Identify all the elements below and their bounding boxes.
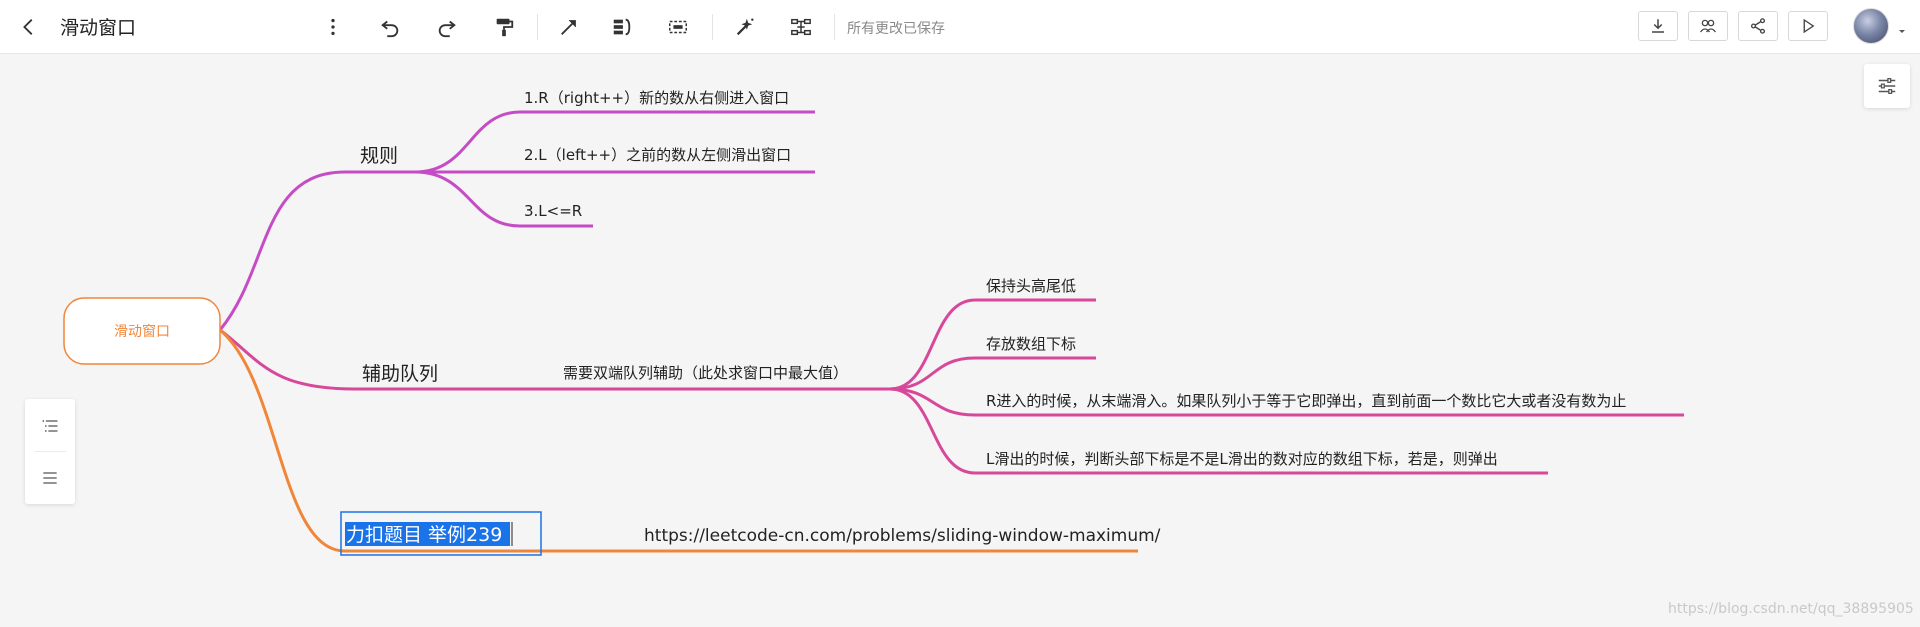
queue-item-3[interactable]: R进入的时候，从末端滑入。如果队列小于等于它即弹出，直到前面一个数比它大或者没有… [986, 392, 1626, 410]
present-button[interactable] [1788, 11, 1828, 41]
topic-helper-queue[interactable]: 辅助队列 [362, 363, 438, 385]
queue-note[interactable]: 需要双端队列辅助（此处求窗口中最大值） [563, 364, 848, 382]
more-options-icon[interactable] [318, 12, 348, 42]
download-icon [1652, 19, 1664, 33]
chevron-down-icon[interactable] [1897, 21, 1907, 33]
rule-item-3[interactable]: 3.L<=R [524, 202, 582, 220]
queue-item-4[interactable]: L滑出的时候，判断头部下标是不是L滑出的数对应的数组下标，若是，则弹出 [986, 450, 1498, 468]
magic-wand-icon[interactable] [730, 12, 760, 42]
mindmap-canvas[interactable]: 滑动窗口 规则 1.R（right++）新的数从右侧进入窗口 2.L（left+… [0, 54, 1920, 627]
queue-item-2[interactable]: 存放数组下标 [986, 335, 1076, 353]
save-status: 所有更改已保存 [847, 21, 945, 37]
format-painter-icon[interactable] [489, 12, 519, 42]
queue-item-1[interactable]: 保持头高尾低 [986, 277, 1076, 295]
boundary-frame-icon[interactable] [663, 12, 693, 42]
structure-layout-icon[interactable] [786, 12, 816, 42]
top-toolbar: 滑动窗口 所有更改已保存 [0, 0, 1920, 54]
rule-item-1[interactable]: 1.R（right++）新的数从右侧进入窗口 [524, 89, 789, 107]
toolbar-divider [834, 14, 835, 40]
avatar[interactable] [1853, 8, 1889, 44]
toolbar-divider [712, 14, 713, 40]
play-icon [1803, 18, 1815, 34]
rule-item-2[interactable]: 2.L（left++）之前的数从左侧滑出窗口 [524, 146, 791, 164]
branch-rules [218, 170, 415, 331]
share-button[interactable] [1738, 11, 1778, 41]
relation-line-icon[interactable] [554, 12, 584, 42]
root-node-label: 滑动窗口 [114, 323, 170, 340]
redo-icon[interactable] [432, 12, 462, 42]
document-title[interactable]: 滑动窗口 [60, 13, 136, 40]
users-icon [1699, 19, 1717, 33]
topic-leetcode[interactable]: 力扣题目 举例239 [346, 524, 502, 546]
toolbar-divider [537, 14, 538, 40]
summary-icon[interactable] [607, 12, 637, 42]
back-arrow-icon[interactable] [14, 12, 44, 42]
collaborate-button[interactable] [1688, 11, 1728, 41]
connector-queue-2 [889, 356, 1096, 391]
share-icon [1750, 18, 1766, 34]
export-button[interactable] [1638, 11, 1678, 41]
leetcode-url[interactable]: https://leetcode-cn.com/problems/sliding… [644, 526, 1161, 546]
topic-rules[interactable]: 规则 [360, 145, 398, 167]
watermark: https://blog.csdn.net/qq_38895905 [1668, 601, 1914, 617]
undo-icon[interactable] [375, 12, 405, 42]
